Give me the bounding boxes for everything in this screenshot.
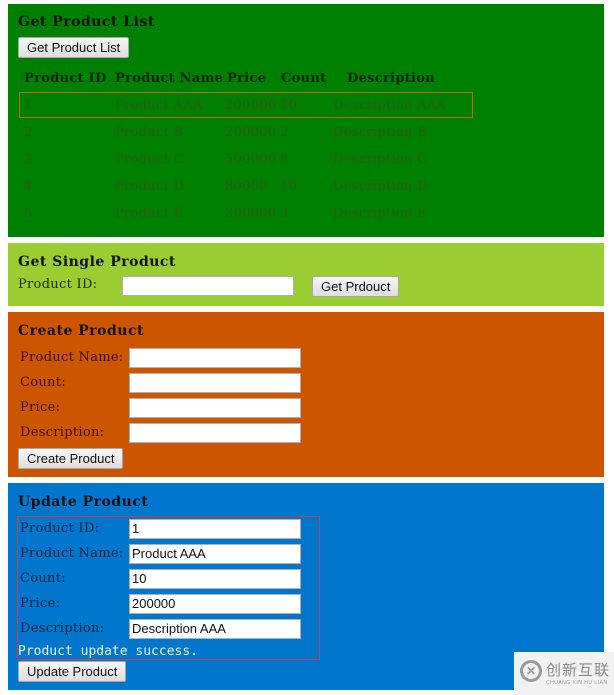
update-price-input[interactable]: 200000: [129, 594, 301, 614]
column-header-description: Description: [347, 71, 436, 86]
watermark-subtext: CHUANG XIN HU LIAN: [546, 680, 608, 686]
update-description-label: Description:: [20, 621, 105, 636]
get-single-product-section: Get Single Product Product ID: Get Prdou…: [8, 243, 604, 306]
update-product-button[interactable]: Update Product: [18, 661, 127, 682]
cell-price: 80000: [225, 179, 268, 194]
create-count-input[interactable]: [129, 373, 301, 393]
product-id-label: Product ID:: [18, 277, 98, 292]
cell-price: 500000: [225, 152, 277, 167]
update-id-label: Product ID:: [20, 521, 100, 536]
cell-product-id: 1: [24, 98, 33, 113]
get-product-list-button[interactable]: Get Product List: [18, 37, 130, 58]
cell-description: Description E: [333, 206, 427, 221]
cell-price: 200000: [225, 125, 277, 140]
cell-count: 3: [280, 206, 289, 221]
create-product-button[interactable]: Create Product: [18, 448, 124, 469]
update-name-input[interactable]: Product AAA: [129, 544, 301, 564]
cell-product-id: 2: [24, 125, 33, 140]
cell-count: 8: [280, 152, 289, 167]
get-product-button[interactable]: Get Prdouct: [312, 276, 400, 297]
cell-product-name: Product D: [115, 179, 185, 194]
cell-product-id: 4: [24, 179, 33, 194]
column-header-product-id: Product ID: [24, 71, 107, 86]
cell-description: Description AAA: [333, 98, 447, 113]
cell-product-name: Product C: [115, 152, 184, 167]
create-name-input[interactable]: [129, 348, 301, 368]
cell-product-name: Product AAA: [115, 98, 203, 113]
watermark-text: 创新互联: [546, 661, 611, 679]
cell-product-name: Product B: [115, 125, 184, 140]
update-name-label: Product Name:: [20, 546, 124, 561]
cell-price: 300000: [225, 206, 277, 221]
create-count-label: Count:: [20, 375, 66, 390]
cell-count: 10: [280, 179, 298, 194]
create-description-input[interactable]: [129, 423, 301, 443]
create-description-label: Description:: [20, 425, 105, 440]
create-product-heading: Create Product: [18, 323, 144, 339]
cell-description: Description B: [333, 125, 427, 140]
product-id-input[interactable]: [122, 276, 294, 296]
get-product-list-section: Get Product List Get Product List Produc…: [8, 4, 604, 237]
cell-product-name: Product E: [115, 206, 184, 221]
update-status-message: Product update success.: [18, 644, 199, 659]
update-product-heading: Update Product: [18, 494, 149, 510]
update-count-label: Count:: [20, 571, 66, 586]
create-price-label: Price:: [20, 400, 61, 415]
cell-product-id: 5: [24, 206, 33, 221]
cell-count: 10: [280, 98, 298, 113]
cell-product-id: 3: [24, 152, 33, 167]
watermark-logo-icon: ✕: [520, 660, 542, 682]
watermark: ✕ 创新互联 CHUANG XIN HU LIAN: [514, 652, 614, 695]
update-price-label: Price:: [20, 596, 61, 611]
cell-description: Description C: [333, 152, 428, 167]
update-id-input[interactable]: 1: [129, 519, 301, 539]
create-product-section: Create Product Product Name: Count: Pric…: [8, 312, 604, 477]
create-name-label: Product Name:: [20, 350, 124, 365]
cell-description: Description D: [333, 179, 428, 194]
column-header-price: Price: [227, 71, 267, 86]
column-header-product-name: Product Name: [115, 71, 224, 86]
cell-price: 200000: [225, 98, 277, 113]
column-header-count: Count: [281, 71, 327, 86]
get-single-product-heading: Get Single Product: [18, 254, 176, 270]
get-product-list-heading: Get Product List: [18, 14, 155, 30]
create-price-input[interactable]: [129, 398, 301, 418]
update-description-input[interactable]: Description AAA: [129, 619, 301, 639]
update-count-input[interactable]: 10: [129, 569, 301, 589]
cell-count: 2: [280, 125, 289, 140]
